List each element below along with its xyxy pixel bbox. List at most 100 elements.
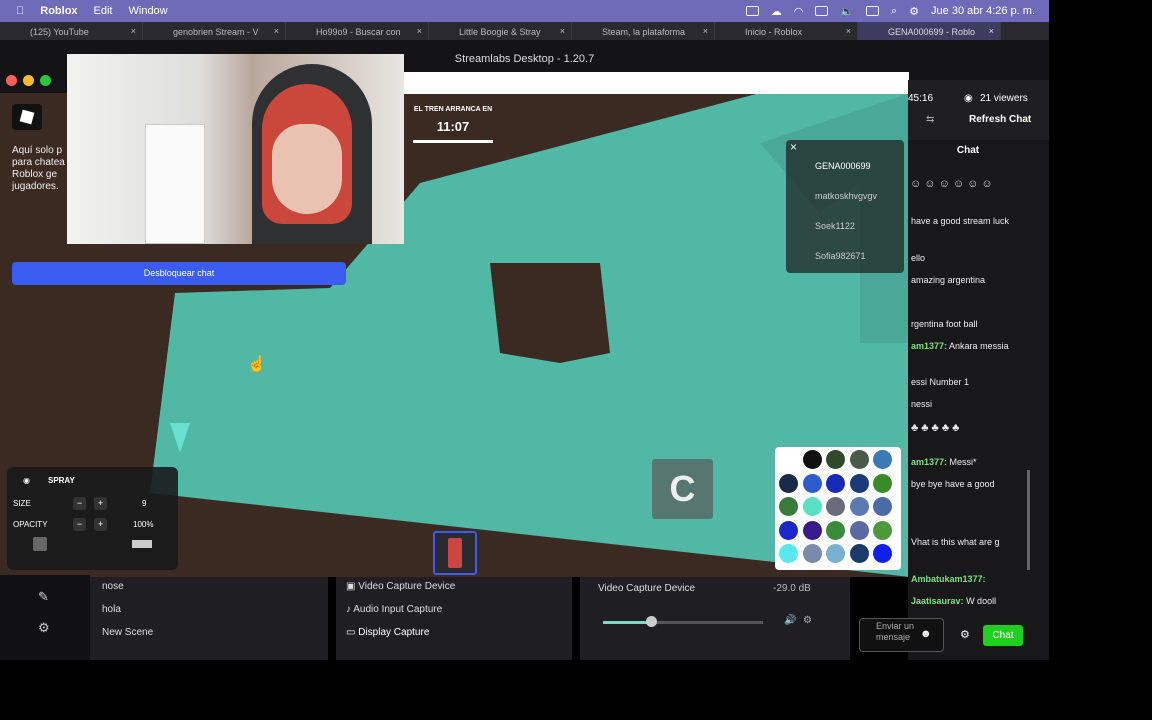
volume-icon[interactable]: 🔈	[840, 5, 854, 18]
player-name[interactable]: GENA000699	[815, 161, 871, 171]
chat-scrollbar[interactable]	[1027, 470, 1030, 570]
chat-username[interactable]: Jaatisaurav:	[911, 596, 964, 606]
tab-label: Little Boogie & Stray	[459, 27, 541, 37]
close-icon[interactable]: ×	[131, 26, 136, 36]
color-swatch[interactable]	[802, 544, 822, 563]
player-name[interactable]: matkoskhvgvgv	[815, 191, 877, 201]
close-icon[interactable]: ×	[790, 140, 797, 154]
chat-message: nessi	[911, 398, 1029, 411]
apple-icon[interactable]: 	[16, 5, 24, 17]
menu-window[interactable]: Window	[129, 5, 168, 17]
menu-app-name[interactable]: Roblox	[40, 5, 77, 17]
player-name[interactable]: Sofia982671	[815, 251, 866, 261]
color-swatch[interactable]	[873, 497, 892, 516]
emoji-icon[interactable]: ☻	[920, 628, 932, 640]
close-icon[interactable]: ×	[274, 26, 279, 36]
close-icon[interactable]: ×	[703, 26, 708, 36]
close-icon[interactable]: ×	[417, 26, 422, 36]
color-swatch[interactable]	[826, 544, 845, 563]
browser-tab[interactable]: Steam, la plataforma ×	[572, 22, 715, 40]
search-icon[interactable]: ⌕	[891, 5, 897, 18]
scene-item[interactable]: nose	[102, 581, 124, 592]
color-swatch[interactable]	[849, 520, 869, 540]
color-swatch[interactable]	[779, 520, 798, 540]
chat-username[interactable]: am1377:	[911, 341, 947, 351]
size-value: 9	[142, 499, 147, 508]
screen-share-icon[interactable]	[745, 6, 759, 16]
chat-username[interactable]: am1377:	[911, 457, 947, 467]
scene-item[interactable]: hola	[102, 604, 121, 615]
color-swatch[interactable]	[873, 544, 892, 563]
color-swatch[interactable]	[849, 450, 869, 469]
opacity-decrease-button[interactable]: −	[73, 518, 86, 531]
browser-tab[interactable]: Ho99o9 - Buscar con ×	[286, 22, 429, 40]
color-swatch[interactable]	[849, 473, 869, 493]
color-swatch[interactable]	[802, 450, 822, 469]
source-item[interactable]: ♪ Audio Input Capture	[346, 604, 442, 615]
color-swatch[interactable]	[779, 473, 798, 493]
close-icon[interactable]: ×	[560, 26, 565, 36]
close-window-button[interactable]	[6, 75, 17, 86]
chat-send-button[interactable]: Chat	[983, 625, 1023, 646]
hotbar-slot-spray-can[interactable]	[433, 531, 477, 575]
size-increase-button[interactable]: +	[94, 497, 107, 510]
close-icon[interactable]: ×	[846, 26, 851, 36]
notice-line: para chatea	[12, 157, 65, 168]
color-swatch[interactable]	[779, 544, 798, 563]
color-swatch[interactable]	[873, 450, 892, 469]
color-swatch[interactable]	[779, 450, 798, 469]
color-swatch[interactable]	[826, 520, 845, 540]
browser-tab[interactable]: Little Boogie & Stray ×	[429, 22, 572, 40]
chat-tab[interactable]: Chat	[908, 140, 1028, 162]
minimize-window-button[interactable]	[23, 75, 34, 86]
chat-username[interactable]: Ambatukam1377:	[911, 574, 986, 584]
player-name[interactable]: Soek1122	[815, 221, 855, 231]
browser-tab[interactable]: Inicio - Roblox ×	[715, 22, 858, 40]
gear-icon[interactable]: ⚙	[960, 628, 970, 641]
gear-icon[interactable]: ⚙	[803, 615, 812, 626]
spray-preview-icon[interactable]	[33, 537, 47, 551]
color-swatch[interactable]	[802, 497, 822, 516]
spray-logo-icon[interactable]	[132, 540, 152, 548]
studio-icon[interactable]: ✎	[38, 589, 49, 605]
color-swatch[interactable]	[826, 450, 845, 469]
volume-slider-knob[interactable]	[646, 616, 657, 627]
share-icon[interactable]: ⇆	[926, 114, 934, 125]
refresh-chat-button[interactable]: Refresh Chat	[969, 114, 1031, 125]
color-swatch[interactable]	[826, 473, 845, 493]
cloud-icon[interactable]: ☁	[771, 5, 782, 18]
color-swatch[interactable]	[802, 520, 822, 540]
color-swatch[interactable]	[873, 473, 892, 493]
menu-edit[interactable]: Edit	[94, 5, 113, 17]
wifi-icon[interactable]: ◠	[794, 5, 804, 18]
opacity-value: 100%	[133, 520, 154, 529]
color-swatch[interactable]	[849, 544, 869, 563]
close-icon[interactable]: ×	[989, 26, 994, 36]
color-swatch[interactable]	[826, 497, 845, 516]
maximize-window-button[interactable]	[40, 75, 51, 86]
color-swatch[interactable]	[779, 497, 798, 516]
roblox-menu-button[interactable]	[12, 104, 42, 130]
opacity-increase-button[interactable]: +	[94, 518, 107, 531]
control-center-icon[interactable]: ⚙	[909, 5, 919, 18]
browser-tab[interactable]: genobrien Stream - V ×	[143, 22, 286, 40]
speaker-icon[interactable]: 🔊	[784, 615, 796, 626]
scene-item[interactable]: New Scene	[102, 627, 153, 638]
window-title: Streamlabs Desktop - 1.20.7	[454, 53, 595, 65]
display-icon[interactable]	[815, 6, 829, 16]
eye-icon[interactable]: ◉	[23, 476, 30, 485]
menu-datetime[interactable]: Jue 30 abr 4:26 p. m.	[931, 5, 1035, 17]
size-decrease-button[interactable]: −	[73, 497, 86, 510]
tab-label: Ho99o9 - Buscar con	[316, 27, 401, 37]
browser-tab-active[interactable]: GENA000699 - Roblo ×	[858, 22, 1001, 40]
player-list: × GENA000699 matkoskhvgvgv Soek1122 Sofi…	[786, 140, 904, 273]
browser-tab[interactable]: (125) YouTube ×	[0, 22, 143, 40]
color-swatch[interactable]	[873, 520, 892, 540]
color-swatch[interactable]	[849, 497, 869, 516]
unlock-chat-button[interactable]: Desbloquear chat	[12, 262, 346, 285]
source-item[interactable]: ▭ Display Capture	[346, 627, 429, 638]
color-swatch[interactable]	[802, 473, 822, 493]
battery-icon[interactable]	[866, 6, 879, 16]
source-item[interactable]: ▣ Video Capture Device	[346, 581, 455, 592]
gear-icon[interactable]: ⚙	[38, 620, 50, 636]
